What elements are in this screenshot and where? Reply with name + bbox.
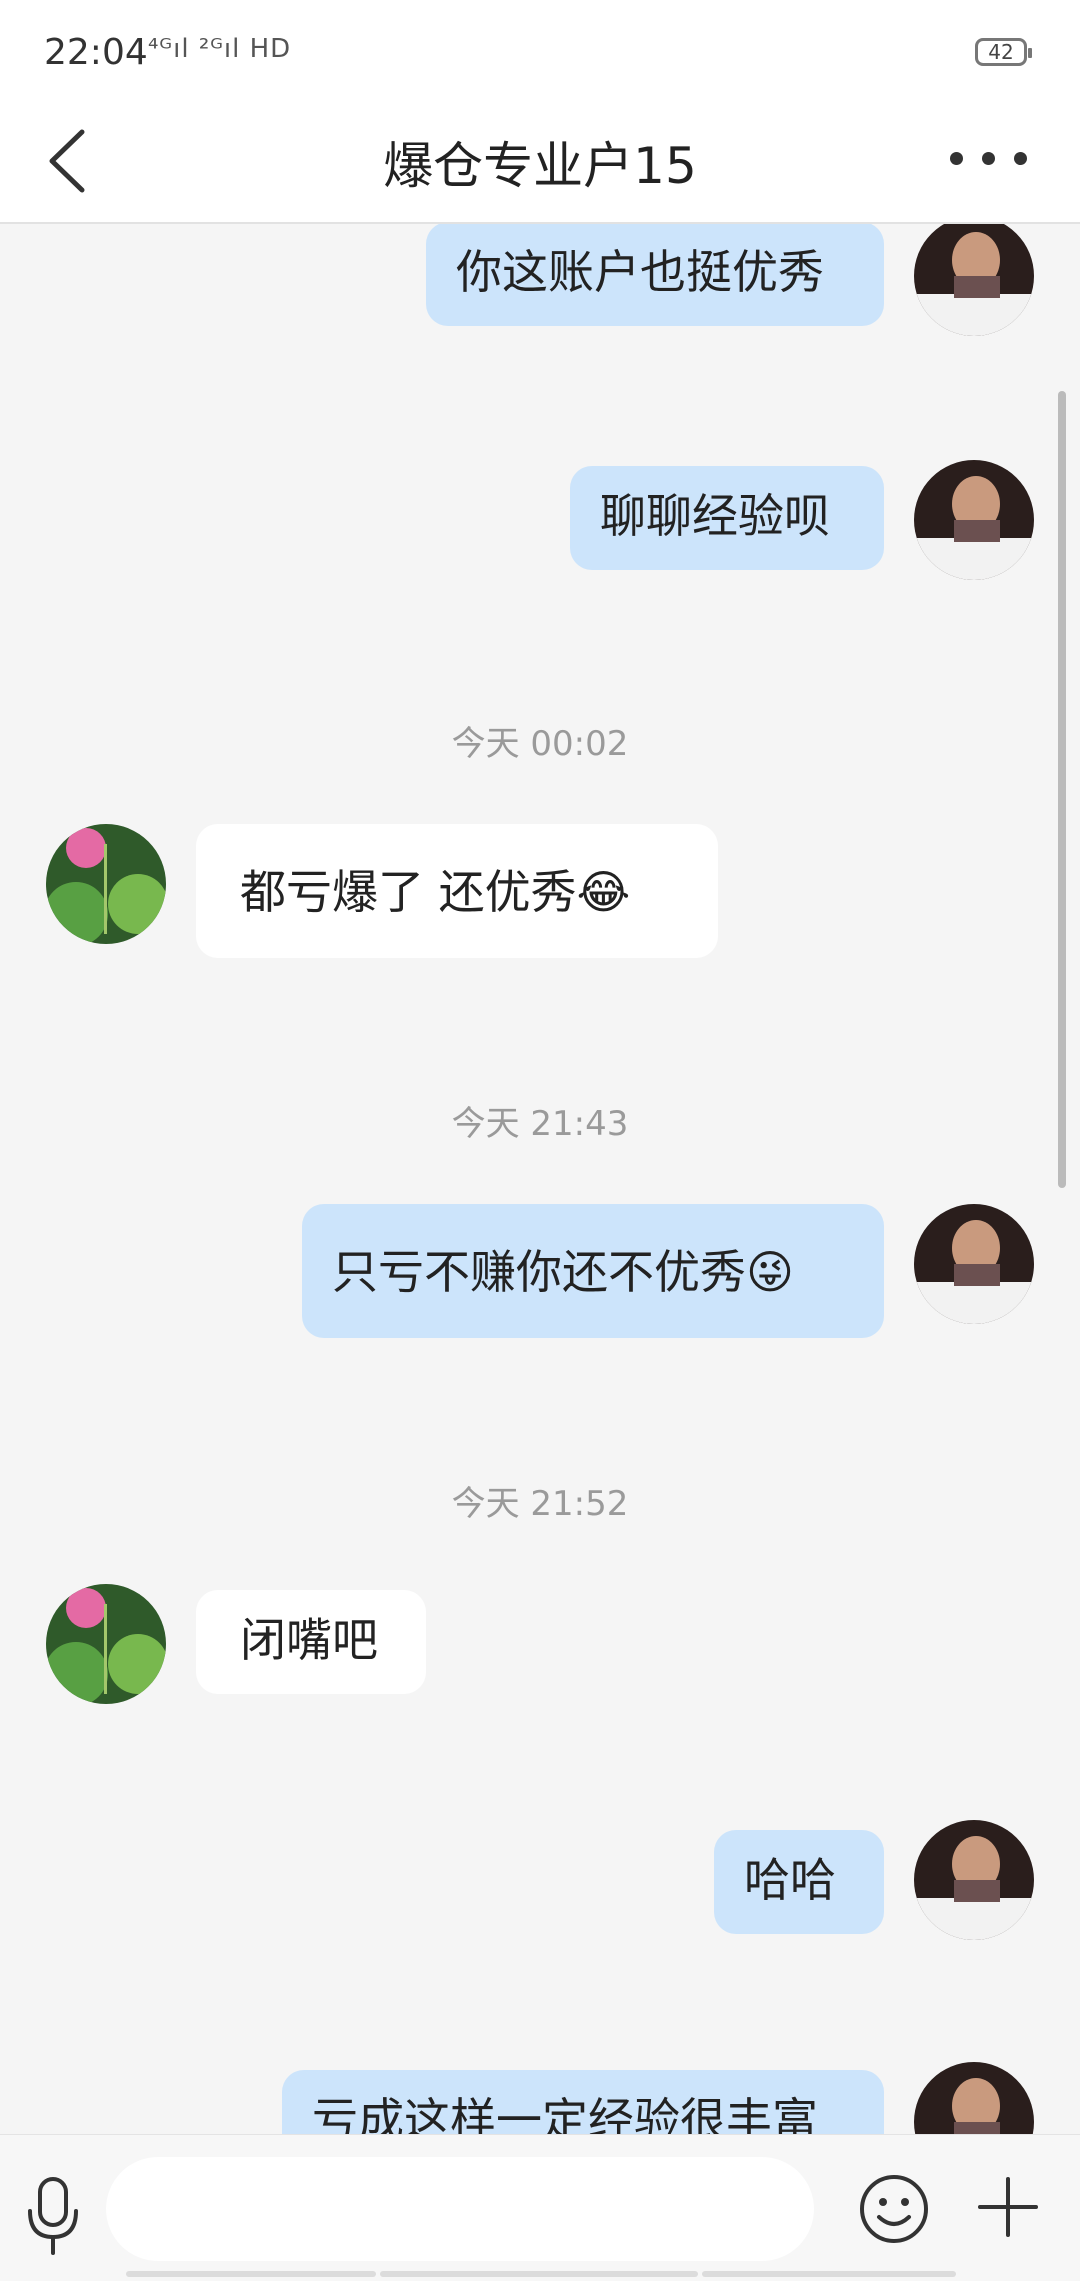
my-avatar[interactable] — [914, 224, 1034, 336]
my-message-bubble[interactable]: 你这账户也挺优秀 — [426, 224, 884, 326]
contact-message-bubble[interactable]: 闭嘴吧 — [196, 1590, 426, 1694]
scrollbar[interactable] — [1058, 391, 1066, 1188]
message-text: 你这账户也挺优秀 — [456, 245, 824, 299]
more-dots-icon — [950, 152, 963, 165]
my-message-bubble[interactable]: 哈哈 — [714, 1830, 884, 1934]
timestamp: 今天 21:43 — [451, 1104, 629, 1144]
chat-header: 爆仓专业户15 — [0, 100, 1080, 224]
message-text: 只亏不赚你还不优秀 — [332, 1245, 746, 1299]
my-avatar[interactable] — [914, 460, 1034, 580]
message-text: 都亏爆了 还优秀 — [240, 865, 577, 919]
emoji-button[interactable] — [858, 2173, 930, 2245]
signal-indicator: ⁴ᴳıl ²ᴳıl HD — [148, 34, 292, 64]
microphone-icon — [28, 2177, 78, 2255]
my-message-bubble[interactable]: 聊聊经验呗 — [570, 466, 884, 570]
voice-button[interactable] — [22, 2177, 84, 2257]
message-text: 聊聊经验呗 — [600, 489, 830, 543]
status-time: 22:04 — [44, 32, 148, 73]
battery-level: 42 — [988, 40, 1014, 64]
message-text: 哈哈 — [744, 1853, 836, 1907]
bottom-indicator — [126, 2271, 956, 2277]
contact-avatar[interactable] — [46, 824, 166, 944]
contact-message-bubble[interactable]: 都亏爆了 还优秀😂 — [196, 824, 718, 958]
chat-title: 爆仓专业户15 — [383, 137, 697, 195]
my-avatar[interactable] — [914, 1204, 1034, 1324]
my-message-bubble[interactable]: 只亏不赚你还不优秀😜 — [302, 1204, 884, 1338]
timestamp: 今天 00:02 — [451, 724, 629, 764]
input-bar — [0, 2134, 1080, 2281]
battery-icon: 42 — [975, 38, 1032, 66]
plus-button[interactable] — [972, 2171, 1044, 2243]
message-text: 亏成这样一定经验很丰富 — [312, 2093, 818, 2134]
timestamp: 今天 21:52 — [451, 1484, 629, 1524]
tears-of-joy-emoji-icon: 😂 — [576, 865, 631, 919]
plus-icon — [978, 2177, 1038, 2237]
status-bar: 22:04 ⁴ᴳıl ²ᴳıl HD 42 — [0, 0, 1080, 100]
more-options-button[interactable] — [942, 130, 1036, 190]
my-avatar[interactable] — [914, 2062, 1034, 2134]
contact-avatar[interactable] — [46, 1584, 166, 1704]
message-input[interactable] — [106, 2157, 814, 2261]
my-avatar[interactable] — [914, 1820, 1034, 1940]
message-list[interactable]: 你这账户也挺优秀 聊聊经验呗 今天 00:02 都亏爆了 还优秀😂 今天 21:… — [0, 224, 1080, 2134]
message-text: 闭嘴吧 — [240, 1613, 378, 1667]
winking-tongue-emoji-icon: 😜 — [746, 1245, 794, 1299]
my-message-bubble[interactable]: 亏成这样一定经验很丰富 — [282, 2070, 884, 2134]
emoji-icon — [860, 2175, 928, 2243]
